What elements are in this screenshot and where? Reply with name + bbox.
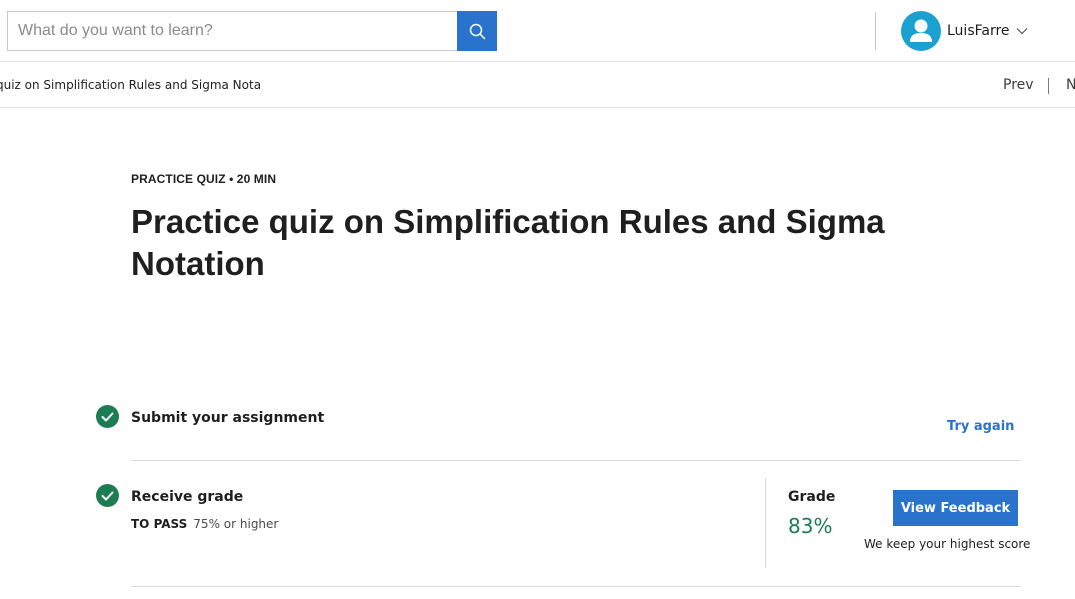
check-icon — [96, 405, 119, 428]
highest-score-note: We keep your highest score — [864, 537, 1031, 551]
grade-value: 83% — [788, 514, 833, 538]
top-header: LuisFarre — [0, 0, 1075, 62]
search-input[interactable] — [7, 11, 457, 51]
avatar — [901, 11, 941, 51]
username: LuisFarre — [947, 23, 1010, 39]
quiz-meta: PRACTICE QUIZ • 20 MIN — [131, 172, 277, 186]
search-button[interactable] — [457, 11, 497, 51]
user-icon — [901, 11, 941, 51]
grade-divider — [765, 478, 766, 568]
header-divider — [875, 12, 876, 50]
nav-divider — [1048, 78, 1049, 94]
chevron-down-icon — [1016, 27, 1028, 35]
breadcrumb[interactable]: quiz on Simplification Rules and Sigma N… — [0, 78, 260, 92]
search-icon — [469, 23, 486, 40]
to-pass-value: 75% or higher — [193, 517, 279, 531]
search-bar — [7, 11, 497, 51]
next-button[interactable]: N — [1066, 77, 1075, 93]
page-title: Practice quiz on Simplification Rules an… — [131, 203, 885, 282]
submit-step-label: Submit your assignment — [131, 410, 325, 426]
prev-button[interactable]: Prev — [1003, 77, 1034, 93]
user-menu[interactable]: LuisFarre — [901, 11, 1028, 51]
item-nav-bar: quiz on Simplification Rules and Sigma N… — [0, 63, 1075, 108]
divider — [131, 586, 1021, 587]
receive-grade-label: Receive grade — [131, 489, 244, 505]
check-icon — [96, 484, 119, 507]
grade-label: Grade — [788, 489, 836, 505]
pass-requirement: TO PASS 75% or higher — [131, 517, 278, 531]
to-pass-label: TO PASS — [131, 517, 188, 531]
try-again-link[interactable]: Try again — [947, 419, 1014, 434]
view-feedback-button[interactable]: View Feedback — [893, 490, 1018, 526]
divider — [131, 460, 1021, 461]
